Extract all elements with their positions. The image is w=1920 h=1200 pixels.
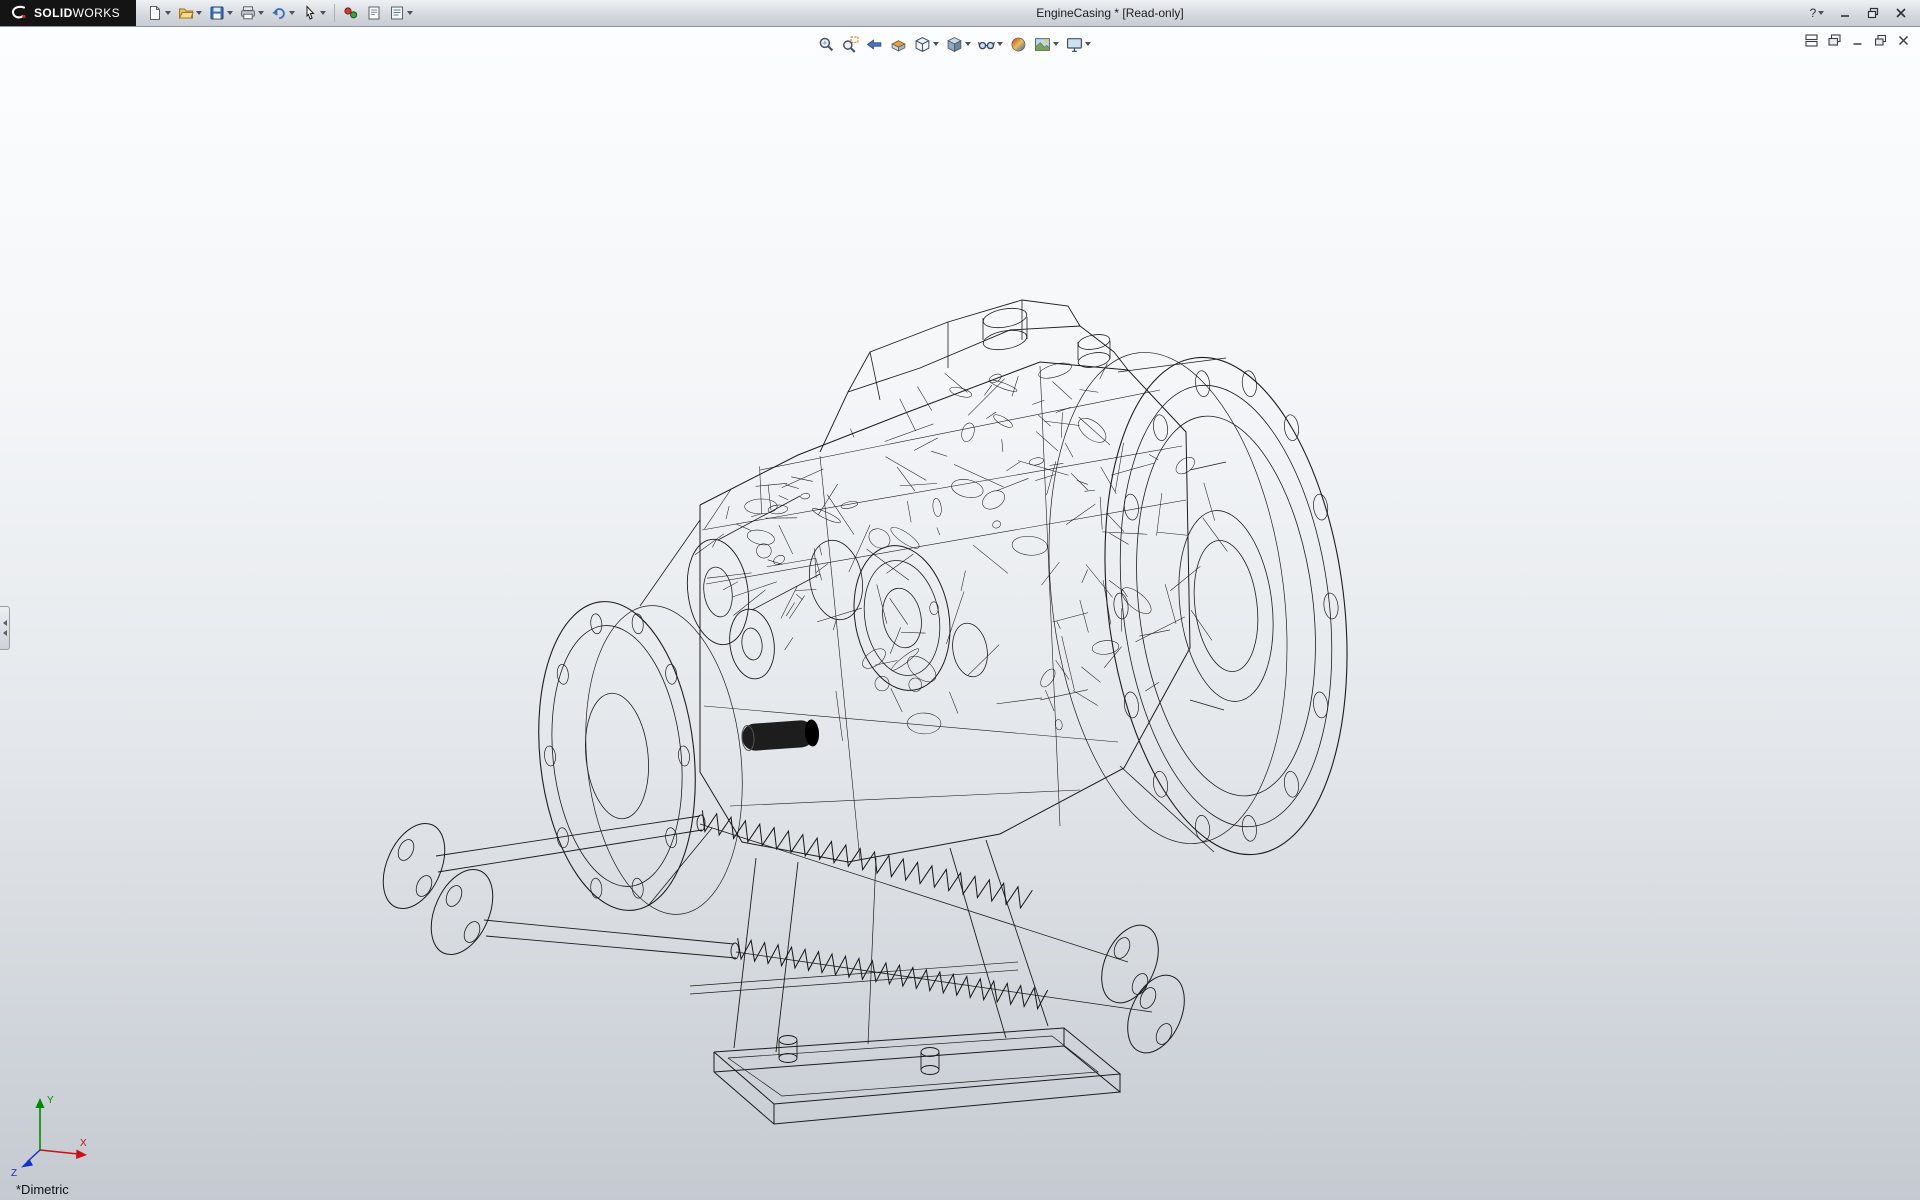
view-orientation-button[interactable] — [912, 33, 941, 55]
undo-button[interactable] — [268, 2, 298, 25]
view-orientation-cube-icon — [914, 36, 931, 53]
save-icon — [209, 5, 225, 21]
edit-appearance-button[interactable] — [1008, 33, 1029, 55]
previous-view-button[interactable] — [864, 33, 885, 55]
zoom-to-area-button[interactable] — [840, 33, 861, 55]
display-style-cube-icon — [946, 36, 963, 53]
print-icon — [240, 5, 256, 21]
minimize-document-icon — [1851, 34, 1864, 47]
x-axis-arrowhead — [76, 1150, 87, 1160]
window-controls: ? — [1804, 0, 1920, 26]
chevron-left-icon — [3, 620, 7, 626]
open-icon — [178, 5, 194, 21]
close-document-button[interactable] — [1894, 32, 1913, 49]
print-button[interactable] — [237, 2, 267, 25]
section-view-icon — [890, 36, 907, 53]
eyeglasses-icon — [978, 36, 995, 53]
dropdown-caret[interactable] — [407, 11, 413, 15]
engine-casing-wireframe-model[interactable] — [0, 27, 1920, 1200]
dropdown-caret[interactable] — [1818, 11, 1824, 15]
cascade-windows-icon — [1828, 34, 1841, 47]
panel-collapse-tab[interactable] — [0, 606, 10, 650]
view-orientation-label: *Dimetric — [16, 1182, 69, 1197]
view-settings-button[interactable] — [1064, 33, 1093, 55]
y-axis-label: Y — [47, 1095, 54, 1106]
appearance-beads-icon — [343, 5, 359, 21]
help-label: ? — [1810, 6, 1817, 20]
zoom-to-fit-button[interactable] — [816, 33, 837, 55]
appearance-beads-button[interactable] — [340, 2, 362, 25]
dropdown-caret[interactable] — [933, 42, 939, 46]
heads-up-view-toolbar — [816, 33, 1093, 55]
quick-access-toolbar — [136, 0, 416, 26]
save-button[interactable] — [206, 2, 236, 25]
close-button[interactable] — [1888, 3, 1914, 24]
file-properties-icon — [366, 5, 382, 21]
restore-document-button[interactable] — [1871, 32, 1890, 49]
apply-scene-button[interactable] — [1032, 33, 1061, 55]
new-document-icon — [147, 5, 163, 21]
dropdown-caret[interactable] — [1053, 42, 1059, 46]
solidworks-logo: SOLIDWORKS — [0, 0, 136, 26]
toolbar-separator — [334, 4, 335, 22]
graphics-viewport[interactable]: Y X Z *Dimetric — [0, 27, 1920, 1200]
dropdown-caret[interactable] — [997, 42, 1003, 46]
minimize-document-button[interactable] — [1848, 32, 1867, 49]
titlebar: SOLIDWORKS — [0, 0, 1920, 27]
y-axis-arrowhead — [36, 1098, 45, 1108]
dropdown-caret[interactable] — [289, 11, 295, 15]
tile-windows-button[interactable] — [1802, 32, 1821, 49]
minimize-button[interactable] — [1832, 3, 1858, 24]
appearance-ball-icon — [1010, 36, 1027, 53]
help-button[interactable]: ? — [1804, 3, 1830, 24]
dropdown-caret[interactable] — [227, 11, 233, 15]
dropdown-caret[interactable] — [196, 11, 202, 15]
minimize-icon — [1839, 7, 1851, 19]
zoom-to-fit-icon — [818, 36, 835, 53]
brand-works: WORKS — [73, 6, 120, 20]
x-axis[interactable] — [40, 1150, 78, 1154]
dropdown-caret[interactable] — [1085, 42, 1091, 46]
document-window-controls — [1802, 32, 1913, 49]
window-title: EngineCasing * [Read-only] — [416, 0, 1804, 26]
select-cursor-icon — [302, 5, 318, 21]
dassault-swirl-icon — [10, 4, 28, 22]
z-axis-label: Z — [11, 1168, 17, 1178]
restore-icon — [1867, 7, 1879, 19]
chevron-left-icon — [3, 630, 7, 636]
dropdown-caret[interactable] — [320, 11, 326, 15]
x-axis-label: X — [80, 1138, 87, 1149]
close-document-icon — [1897, 34, 1910, 47]
dropdown-caret[interactable] — [965, 42, 971, 46]
z-axis-arrowhead — [21, 1159, 33, 1168]
options-sheet-button[interactable] — [386, 2, 416, 25]
dropdown-caret[interactable] — [165, 11, 171, 15]
tile-windows-icon — [1805, 34, 1818, 47]
brand-text: SOLIDWORKS — [34, 6, 120, 20]
orientation-triad[interactable]: Y X Z — [6, 1086, 98, 1178]
section-view-button[interactable] — [888, 33, 909, 55]
restore-button[interactable] — [1860, 3, 1886, 24]
restore-document-icon — [1874, 34, 1887, 47]
file-properties-button[interactable] — [363, 2, 385, 25]
options-sheet-icon — [389, 5, 405, 21]
open-button[interactable] — [175, 2, 205, 25]
scene-icon — [1034, 36, 1051, 53]
undo-icon — [271, 5, 287, 21]
brand-solid: SOLID — [34, 6, 73, 20]
cascade-windows-button[interactable] — [1825, 32, 1844, 49]
new-document-button[interactable] — [144, 2, 174, 25]
dropdown-caret[interactable] — [258, 11, 264, 15]
previous-view-icon — [866, 36, 883, 53]
zoom-to-area-icon — [842, 36, 859, 53]
select-button[interactable] — [299, 2, 329, 25]
close-icon — [1895, 7, 1907, 19]
hide-show-items-button[interactable] — [976, 33, 1005, 55]
display-style-button[interactable] — [944, 33, 973, 55]
monitor-icon — [1066, 36, 1083, 53]
